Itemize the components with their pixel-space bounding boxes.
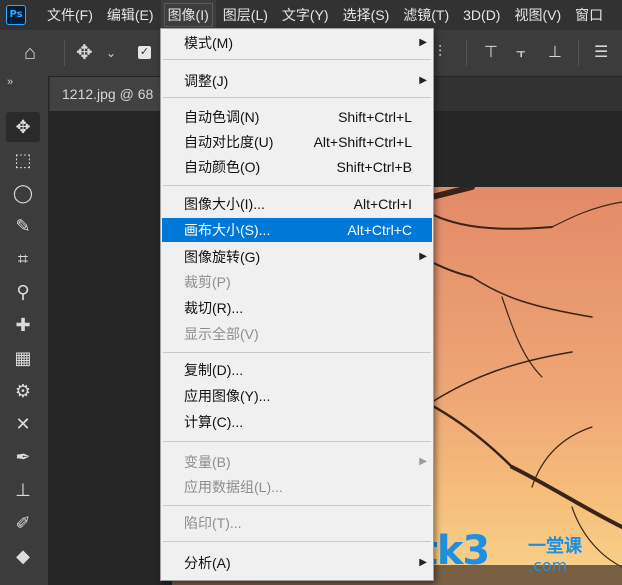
menu-separator: [163, 541, 431, 542]
menu-item-analysis[interactable]: 分析(A) ▶: [162, 551, 432, 575]
menu-item-label: 陷印(T)...: [184, 515, 242, 531]
menu-3d[interactable]: 3D(D): [456, 0, 507, 30]
menu-item-image-size[interactable]: 图像大小(I)... Alt+Ctrl+I: [162, 192, 432, 216]
menu-item-shortcut: Shift+Ctrl+B: [336, 159, 412, 175]
tools-panel: » ✥ ⬚ ◯ ✎ ⌗ ⚲ ✚ ▦ ⚙ ✕ ✒ ⊥ ✐ ◆: [0, 76, 49, 585]
menu-item-crop: 裁剪(P): [162, 270, 432, 294]
menu-item-label: 自动对比度(U): [184, 134, 274, 150]
menu-item-label: 显示全部(V): [184, 326, 259, 342]
content-aware-tool-icon[interactable]: ⚙: [6, 376, 40, 406]
menu-filter[interactable]: 滤镜(T): [396, 0, 456, 30]
collapse-panel-icon[interactable]: »: [7, 76, 13, 88]
quick-selection-tool-icon[interactable]: ✎: [6, 211, 40, 241]
site-watermark: itk3 一堂课 .com: [404, 528, 618, 580]
align-vertical-center-icon[interactable]: ⫟: [516, 40, 526, 66]
menu-bar: Ps 文件(F) 编辑(E) 图像(I) 图层(L) 文字(Y) 选择(S) 滤…: [0, 0, 622, 30]
submenu-arrow-icon: ▶: [419, 251, 427, 262]
image-menu-dropdown: 模式(M) ▶ 调整(J) ▶ 自动色调(N) Shift+Ctrl+L 自动对比度(…: [160, 28, 434, 581]
menu-item-label: 图像大小(I)...: [184, 196, 265, 212]
menu-item-label: 分析(A): [184, 555, 231, 571]
menu-item-adjustments[interactable]: 调整(J) ▶: [162, 69, 432, 93]
menu-item-shortcut: Shift+Ctrl+L: [338, 109, 412, 125]
eraser-tool-icon[interactable]: ◆: [6, 541, 40, 571]
menu-type[interactable]: 文字(Y): [275, 0, 336, 30]
submenu-arrow-icon: ▶: [419, 75, 427, 86]
auto-select-checkbox[interactable]: ✓: [138, 46, 151, 59]
menu-item-label: 裁剪(P): [184, 274, 231, 290]
menu-separator: [163, 59, 431, 60]
menu-item-calculations[interactable]: 计算(C)...: [162, 410, 432, 434]
menu-item-label: 复制(D)...: [184, 362, 244, 378]
photoshop-logo-icon: Ps: [6, 5, 26, 25]
watermark-cn-text: 一堂课: [528, 536, 582, 557]
menu-separator: [163, 505, 431, 506]
menu-item-label: 自动色调(N): [184, 109, 260, 125]
menu-item-auto-contrast[interactable]: 自动对比度(U) Alt+Shift+Ctrl+L: [162, 130, 432, 154]
crop-tool-icon[interactable]: ⌗: [6, 244, 40, 274]
menu-item-shortcut: Alt+Ctrl+I: [353, 196, 412, 212]
menu-item-label: 裁切(R)...: [184, 300, 244, 316]
history-brush-tool-icon[interactable]: ✐: [6, 508, 40, 538]
healing-brush-tool-icon[interactable]: ✚: [6, 310, 40, 340]
brush-tool-icon[interactable]: ✒: [6, 442, 40, 472]
document-tab[interactable]: 1212.jpg @ 68: [50, 77, 170, 111]
menu-separator: [163, 441, 431, 442]
menu-item-label: 自动颜色(O): [184, 159, 261, 175]
menu-layer[interactable]: 图层(L): [216, 0, 275, 30]
menu-item-mode[interactable]: 模式(M) ▶: [162, 31, 432, 55]
eyedropper-tool-icon[interactable]: ⚲: [6, 277, 40, 307]
menu-item-label: 应用数据组(L)...: [184, 479, 283, 495]
menu-item-label: 应用图像(Y)...: [184, 388, 271, 404]
lasso-tool-icon[interactable]: ◯: [6, 178, 40, 208]
menu-image[interactable]: 图像(I): [160, 0, 216, 30]
menu-item-label: 画布大小(S)...: [184, 222, 271, 238]
chevron-down-icon[interactable]: ⌄: [106, 40, 116, 66]
menu-item-variables: 变量(B) ▶: [162, 450, 432, 474]
move-tool-preset-icon[interactable]: ✥: [76, 40, 93, 66]
marquee-tool-icon[interactable]: ⬚: [6, 145, 40, 175]
menu-item-shortcut: Alt+Shift+Ctrl+L: [313, 134, 412, 150]
stamp-tool-icon[interactable]: ⊥: [6, 475, 40, 505]
menu-select[interactable]: 选择(S): [336, 0, 397, 30]
submenu-arrow-icon: ▶: [419, 456, 427, 467]
align-bottom-icon[interactable]: ⊥: [548, 40, 562, 66]
menu-separator: [163, 97, 431, 98]
transform-tool-icon[interactable]: ✕: [6, 409, 40, 439]
submenu-arrow-icon: ▶: [419, 37, 427, 48]
menu-item-label: 图像旋转(G): [184, 249, 261, 265]
menu-item-reveal-all: 显示全部(V): [162, 322, 432, 346]
menu-item-trap: 陷印(T)...: [162, 511, 432, 535]
align-top-icon[interactable]: ⊤: [484, 40, 498, 66]
menu-separator: [163, 185, 431, 186]
bandage-tool-icon[interactable]: ▦: [6, 343, 40, 373]
menu-item-image-rotation[interactable]: 图像旋转(G) ▶: [162, 245, 432, 269]
menu-item-shortcut: Alt+Ctrl+C: [347, 222, 412, 238]
menu-file[interactable]: 文件(F): [40, 0, 100, 30]
menu-item-label: 调整(J): [184, 73, 229, 89]
menu-item-label: 变量(B): [184, 454, 231, 470]
menu-separator: [163, 352, 431, 353]
menu-item-label: 计算(C)...: [184, 414, 244, 430]
menu-item-label: 模式(M): [184, 35, 233, 51]
submenu-arrow-icon: ▶: [419, 557, 427, 568]
menu-item-auto-tone[interactable]: 自动色调(N) Shift+Ctrl+L: [162, 105, 432, 129]
menu-item-apply-image[interactable]: 应用图像(Y)...: [162, 384, 432, 408]
options-divider: [466, 40, 467, 66]
menu-item-auto-color[interactable]: 自动颜色(O) Shift+Ctrl+B: [162, 155, 432, 179]
menu-item-apply-data-set: 应用数据组(L)...: [162, 475, 432, 499]
move-tool-icon[interactable]: ✥: [6, 112, 40, 142]
distribute-icon[interactable]: ⫶: [438, 40, 442, 66]
menu-view[interactable]: 视图(V): [507, 0, 568, 30]
menu-item-duplicate[interactable]: 复制(D)...: [162, 358, 432, 382]
menu-item-canvas-size[interactable]: 画布大小(S)... Alt+Ctrl+C: [162, 218, 432, 242]
menu-item-trim[interactable]: 裁切(R)...: [162, 296, 432, 320]
align-left-icon[interactable]: ☰: [594, 40, 608, 66]
watermark-domain-text: .com: [528, 556, 568, 575]
home-icon[interactable]: ⌂: [24, 40, 36, 66]
menu-window[interactable]: 窗口: [568, 0, 610, 30]
options-divider: [578, 40, 579, 66]
options-divider: [64, 40, 65, 66]
menu-edit[interactable]: 编辑(E): [100, 0, 161, 30]
